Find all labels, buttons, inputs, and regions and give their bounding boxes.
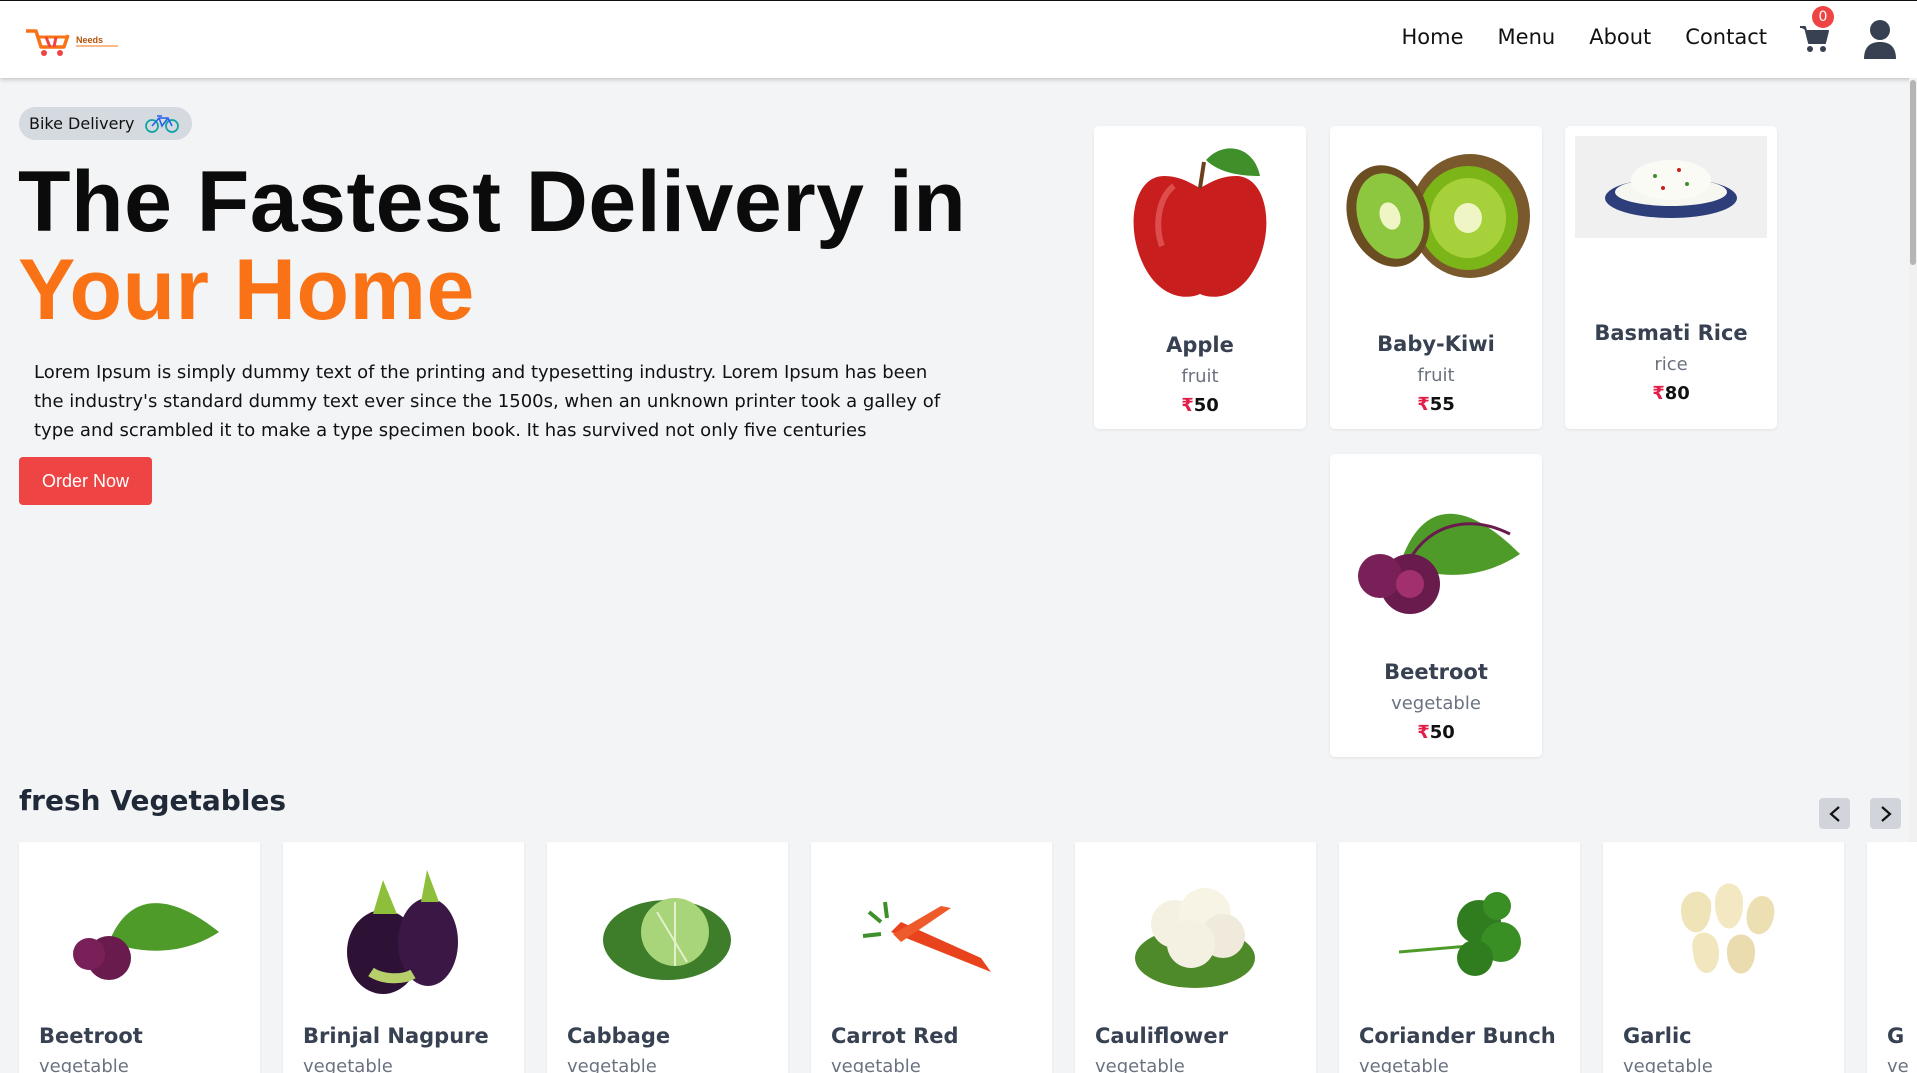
product-name: Cabbage — [567, 1024, 671, 1048]
product-name: Basmati Rice — [1594, 321, 1748, 345]
coriander-image — [1369, 862, 1549, 1002]
rupee-symbol: ₹ — [1417, 394, 1430, 415]
price-value: 50 — [1193, 395, 1219, 416]
product-category: fruit — [1417, 365, 1455, 386]
product-category: vegetable — [567, 1056, 657, 1073]
featured-card-rice[interactable]: Basmati Rice rice ₹80 — [1565, 126, 1777, 429]
rupee-symbol: ₹ — [1181, 395, 1194, 416]
product-category: ve — [1887, 1056, 1909, 1073]
prev-button[interactable] — [1819, 798, 1850, 829]
beetroot-image — [1340, 464, 1532, 634]
product-category: vegetable — [39, 1056, 129, 1073]
kiwi-image — [1340, 136, 1532, 306]
garlic-image — [1633, 862, 1813, 1002]
vegetable-card[interactable]: Carrot Red vegetable — [811, 842, 1052, 1073]
product-category: fruit — [1181, 366, 1219, 387]
product-name: Baby-Kiwi — [1377, 332, 1495, 356]
chevron-right-icon — [1880, 805, 1892, 822]
vegetable-card[interactable]: Garlic vegetable — [1603, 842, 1844, 1073]
rupee-symbol: ₹ — [1652, 383, 1665, 404]
cabbage-image — [577, 862, 757, 1002]
price-value: 50 — [1429, 722, 1455, 743]
product-name: G — [1887, 1024, 1905, 1048]
product-name: Beetroot — [1384, 660, 1488, 684]
nav-about[interactable]: About — [1589, 25, 1651, 49]
navbar: Needs Home Menu About Contact 0 — [0, 1, 1917, 78]
product-price: ₹80 — [1565, 383, 1777, 404]
product-name: Apple — [1166, 333, 1234, 357]
product-price: ₹55 — [1330, 394, 1542, 415]
nav-contact[interactable]: Contact — [1685, 25, 1767, 49]
carrot-image — [841, 862, 1021, 1002]
featured-card-apple[interactable]: Apple fruit ₹50 — [1094, 126, 1306, 429]
hero-title-line2: Your Home — [18, 242, 475, 338]
product-name: Brinjal Nagpure — [303, 1024, 489, 1048]
chevron-left-icon — [1828, 805, 1840, 822]
scrollbar-thumb[interactable] — [1910, 80, 1916, 265]
section-title: fresh Vegetables — [19, 784, 287, 817]
bicycle-icon — [145, 114, 180, 133]
logo[interactable]: Needs — [24, 25, 120, 59]
nav-home[interactable]: Home — [1402, 25, 1464, 49]
user-avatar-icon[interactable] — [1862, 19, 1898, 59]
featured-card-beetroot[interactable]: Beetroot vegetable ₹50 — [1330, 454, 1542, 757]
product-name: Cauliflower — [1095, 1024, 1228, 1048]
product-price: ₹50 — [1330, 722, 1542, 743]
nav-menu: Home Menu About Contact — [1402, 25, 1767, 49]
bike-delivery-badge: Bike Delivery — [19, 107, 193, 140]
product-category: vegetable — [1359, 1056, 1449, 1073]
price-value: 80 — [1664, 383, 1690, 404]
product-name: Beetroot — [39, 1024, 143, 1048]
logo-text: Needs — [76, 35, 103, 45]
product-name: Garlic — [1623, 1024, 1692, 1048]
cauliflower-image — [1105, 862, 1285, 1002]
product-category: rice — [1654, 354, 1688, 375]
cart-count-badge: 0 — [1812, 6, 1834, 28]
vegetable-card[interactable]: Brinjal Nagpure vegetable — [283, 842, 524, 1073]
cart-icon[interactable] — [1798, 23, 1830, 55]
product-name: Carrot Red — [831, 1024, 959, 1048]
vegetable-card-partial[interactable]: G ve — [1867, 842, 1917, 1073]
featured-card-kiwi[interactable]: Baby-Kiwi fruit ₹55 — [1330, 126, 1542, 429]
product-category: vegetable — [1095, 1056, 1185, 1073]
hero-description: Lorem Ipsum is simply dummy text of the … — [34, 362, 941, 441]
product-price: ₹50 — [1094, 395, 1306, 416]
vegetable-card[interactable]: Cabbage vegetable — [547, 842, 788, 1073]
vegetable-card[interactable]: Cauliflower vegetable — [1075, 842, 1316, 1073]
product-category: vegetable — [831, 1056, 921, 1073]
brinjal-image — [313, 862, 493, 1002]
vegetable-card[interactable]: Beetroot vegetable — [19, 842, 260, 1073]
nav-menu-link[interactable]: Menu — [1498, 25, 1556, 49]
product-category: vegetable — [1391, 693, 1481, 714]
price-value: 55 — [1429, 394, 1455, 415]
product-category: vegetable — [1623, 1056, 1713, 1073]
rice-image — [1575, 136, 1767, 238]
next-button[interactable] — [1870, 798, 1901, 829]
hero-title: The Fastest Delivery in Your Home — [18, 158, 966, 334]
product-category: vegetable — [303, 1056, 393, 1073]
bike-delivery-label: Bike Delivery — [29, 114, 135, 133]
product-name: Coriander Bunch — [1359, 1024, 1556, 1048]
rupee-symbol: ₹ — [1417, 722, 1430, 743]
beetroot-image — [49, 862, 229, 1002]
apple-image — [1104, 136, 1296, 306]
order-now-button[interactable]: Order Now — [19, 457, 152, 505]
hero-title-line1: The Fastest Delivery in — [18, 154, 967, 250]
vegetable-card[interactable]: Coriander Bunch vegetable — [1339, 842, 1580, 1073]
